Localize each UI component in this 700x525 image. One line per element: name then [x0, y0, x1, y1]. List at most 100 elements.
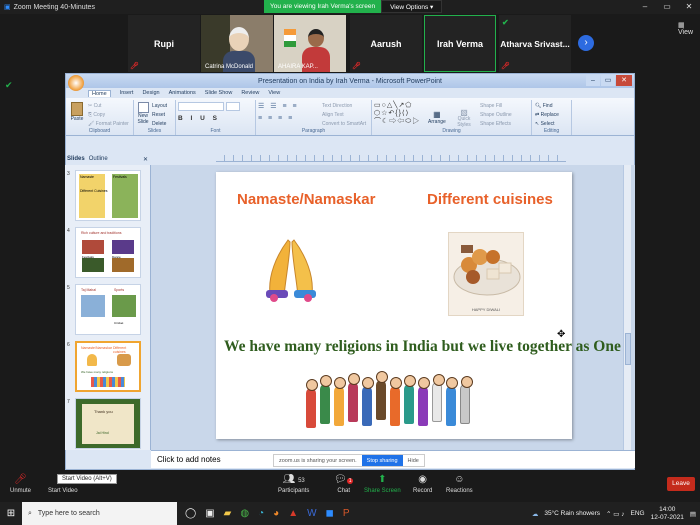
slide-thumbnail[interactable]: Namaste Different Cuisines Festivals: [75, 170, 141, 221]
participant-tile[interactable]: Atharva Srivast... ✔ 🎤︎: [499, 15, 571, 72]
participants-button[interactable]: 👥︎ 53 Participants: [278, 474, 309, 494]
hide-button[interactable]: Hide: [403, 455, 424, 466]
list-buttons[interactable]: ☰ ☰ ≡ ≡: [258, 102, 299, 110]
slide-thumbnail[interactable]: Rich culture and traditions Festivals Da…: [75, 227, 141, 278]
share-screen-icon: ⬆: [378, 474, 387, 485]
ppt-minimize-button[interactable]: –: [586, 75, 600, 86]
powerpoint-icon[interactable]: P: [343, 508, 350, 519]
record-icon: ◉: [418, 474, 428, 485]
window-title: Zoom Meeting 40-Minutes: [13, 3, 95, 11]
participant-tile[interactable]: Rupi 🎤︎: [128, 15, 200, 72]
slide-thumbnail[interactable]: Taj Mahal Sports Cricket: [75, 284, 141, 335]
clock[interactable]: 14:00 12-07-2021: [651, 506, 684, 522]
next-participants-button[interactable]: ›: [578, 35, 594, 51]
chat-button[interactable]: 💬︎ 1 Chat: [334, 474, 354, 494]
shape-fill-button[interactable]: Shape Fill: [480, 102, 512, 111]
notifications-icon[interactable]: ▤: [690, 510, 696, 518]
tab-slide-show[interactable]: Slide Show: [205, 90, 233, 96]
participant-tile-active[interactable]: Irah Verma: [424, 15, 496, 72]
thumb-text: Namaste/Namaskar: [81, 346, 112, 350]
tab-insert[interactable]: Insert: [120, 90, 134, 96]
clock-date: 12-07-2021: [650, 513, 684, 521]
share-banner-text: You are viewing Irah Verma's screen: [264, 0, 382, 13]
thumb-sweets: [117, 354, 131, 366]
windows-start-icon[interactable]: ⊞: [0, 508, 22, 519]
security-shield-icon[interactable]: ✔: [5, 80, 13, 91]
slide-thumbnail-selected[interactable]: Namaste/Namaskar Different cuisines We h…: [75, 341, 141, 392]
task-view-icon[interactable]: ◯: [185, 508, 196, 519]
chrome-icon[interactable]: ◍: [240, 508, 249, 519]
shapes-gallery[interactable]: ▭○△╲↗⬠ ⬡☆↶{}⟨⟩ ⌒☾⇨⇦⬭▷: [374, 102, 420, 126]
file-explorer-icon[interactable]: ▰: [224, 508, 232, 519]
thumb-text: Different cuisines: [113, 346, 127, 354]
replace-button[interactable]: ⇄ Replace: [535, 111, 559, 120]
thumb-panel-left: [79, 174, 105, 218]
group-label: Editing: [543, 128, 560, 134]
vertical-scrollbar[interactable]: [623, 165, 631, 450]
zoom-icon[interactable]: ◼: [326, 508, 334, 519]
leave-button[interactable]: Leave: [667, 477, 695, 491]
firefox-icon[interactable]: ◕: [273, 508, 279, 519]
tab-review[interactable]: Review: [241, 90, 259, 96]
sharing-toolbar: zoom.us is sharing your screen. Stop sha…: [273, 454, 425, 467]
close-button[interactable]: ✕: [678, 0, 700, 14]
maximize-button[interactable]: ▭: [656, 0, 678, 14]
tray-icons[interactable]: ⌃ ▭ ♪: [606, 510, 624, 518]
unmute-button[interactable]: 🎤︎ Unmute: [10, 474, 31, 494]
font-name-select[interactable]: [178, 102, 224, 111]
participant-tile[interactable]: Catrina McDonald: [201, 15, 273, 72]
thumb-image: [112, 258, 134, 272]
reset-button[interactable]: Reset: [152, 111, 167, 120]
diverse-people-illustration: [304, 370, 489, 432]
view-button[interactable]: ▦ View: [678, 21, 700, 36]
align-buttons[interactable]: ≡ ≡ ≡ ≡: [258, 115, 294, 122]
reactions-button[interactable]: ☺︎ Reactions: [446, 474, 473, 494]
person-figure: [306, 379, 318, 428]
slide-number: 6: [67, 342, 70, 348]
stop-sharing-button[interactable]: Stop sharing: [361, 455, 403, 466]
weather-text[interactable]: 35°C Rain showers: [544, 510, 600, 517]
align-text-button[interactable]: Align Text: [322, 111, 366, 120]
find-button[interactable]: 🔍︎ Find: [535, 102, 559, 111]
weather-icon[interactable]: ☁︎: [532, 510, 539, 518]
shape-outline-button[interactable]: Shape Outline: [480, 111, 512, 120]
office-button[interactable]: [68, 75, 84, 91]
font-size-select[interactable]: [226, 102, 240, 111]
tab-design[interactable]: Design: [142, 90, 159, 96]
participant-tile[interactable]: Aarush 🎤︎: [350, 15, 422, 72]
new-slide-button[interactable]: New Slide: [136, 102, 150, 125]
slide-thumbnail[interactable]: Thank you Jai Hind: [75, 398, 141, 449]
slide-canvas[interactable]: Namaste/Namaskar Different cuisines HAPP…: [216, 172, 621, 439]
cut-button[interactable]: ✂ Cut: [88, 102, 129, 111]
tab-home[interactable]: Home: [88, 89, 111, 97]
layout-button[interactable]: Layout: [152, 102, 167, 111]
word-icon[interactable]: W: [307, 508, 316, 519]
flag-green: [284, 41, 296, 47]
edge-icon[interactable]: ◔: [258, 508, 264, 519]
panel-close-icon[interactable]: ✕: [143, 156, 148, 163]
font-format-buttons[interactable]: B I U S: [178, 115, 220, 122]
language-indicator[interactable]: ENG: [631, 510, 645, 517]
acrobat-icon[interactable]: ▲: [288, 508, 298, 519]
share-screen-button[interactable]: ⬆ Share Screen: [364, 474, 401, 494]
participant-tile[interactable]: AHAIRA KAP...: [274, 15, 346, 72]
minimize-button[interactable]: –: [634, 0, 656, 14]
tab-outline[interactable]: Outline: [89, 156, 108, 162]
person-figure: [376, 371, 388, 420]
tab-animations[interactable]: Animations: [169, 90, 196, 96]
text-direction-button[interactable]: Text Direction: [322, 102, 366, 111]
record-button[interactable]: ◉ Record: [413, 474, 432, 494]
copy-button[interactable]: ⎘ Copy: [88, 111, 129, 120]
task-switch-icon[interactable]: ▣: [205, 508, 214, 519]
ppt-close-button[interactable]: ✕: [616, 75, 632, 86]
ppt-maximize-button[interactable]: ▭: [601, 75, 615, 86]
tab-view[interactable]: View: [268, 90, 280, 96]
new-slide-icon: [137, 102, 149, 113]
arrange-button[interactable]: ▦ Arrange: [428, 110, 446, 125]
taskbar-search[interactable]: ⌕ Type here to search: [22, 502, 177, 525]
view-options-button[interactable]: View Options ▾: [381, 0, 443, 13]
tab-slides[interactable]: Slides: [67, 156, 85, 162]
paste-button[interactable]: Paste: [69, 102, 85, 122]
quick-styles-button[interactable]: ▧ Quick Styles: [452, 109, 476, 129]
scroll-thumb[interactable]: [625, 333, 631, 365]
